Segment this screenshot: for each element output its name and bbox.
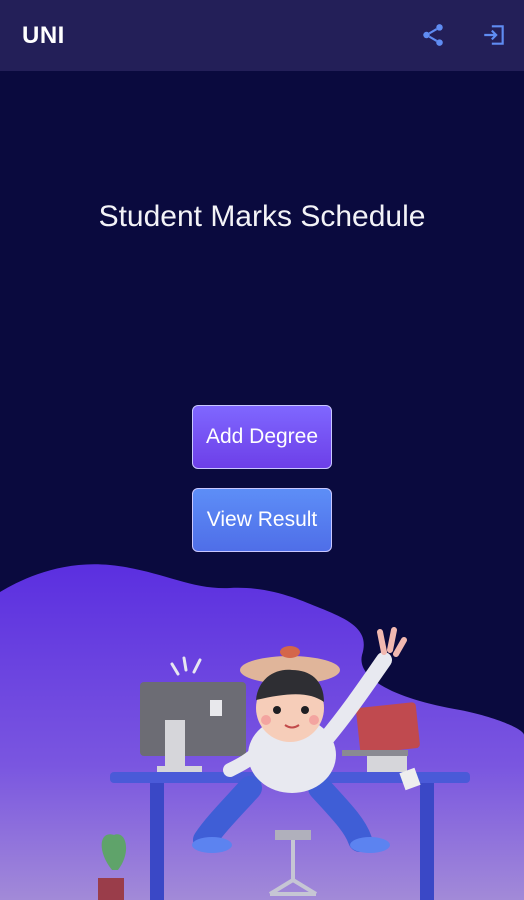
student-desk-illustration: [0, 564, 524, 900]
app-title: UNI: [22, 22, 65, 49]
page-title: Student Marks Schedule: [98, 200, 426, 233]
view-result-button[interactable]: View Result: [192, 488, 332, 552]
add-degree-button[interactable]: Add Degree: [192, 405, 332, 469]
app-bar: UNI: [0, 0, 524, 71]
logout-icon: [484, 25, 504, 45]
share-button[interactable]: [418, 20, 448, 50]
share-icon: [423, 24, 443, 46]
logout-button[interactable]: [479, 20, 509, 50]
